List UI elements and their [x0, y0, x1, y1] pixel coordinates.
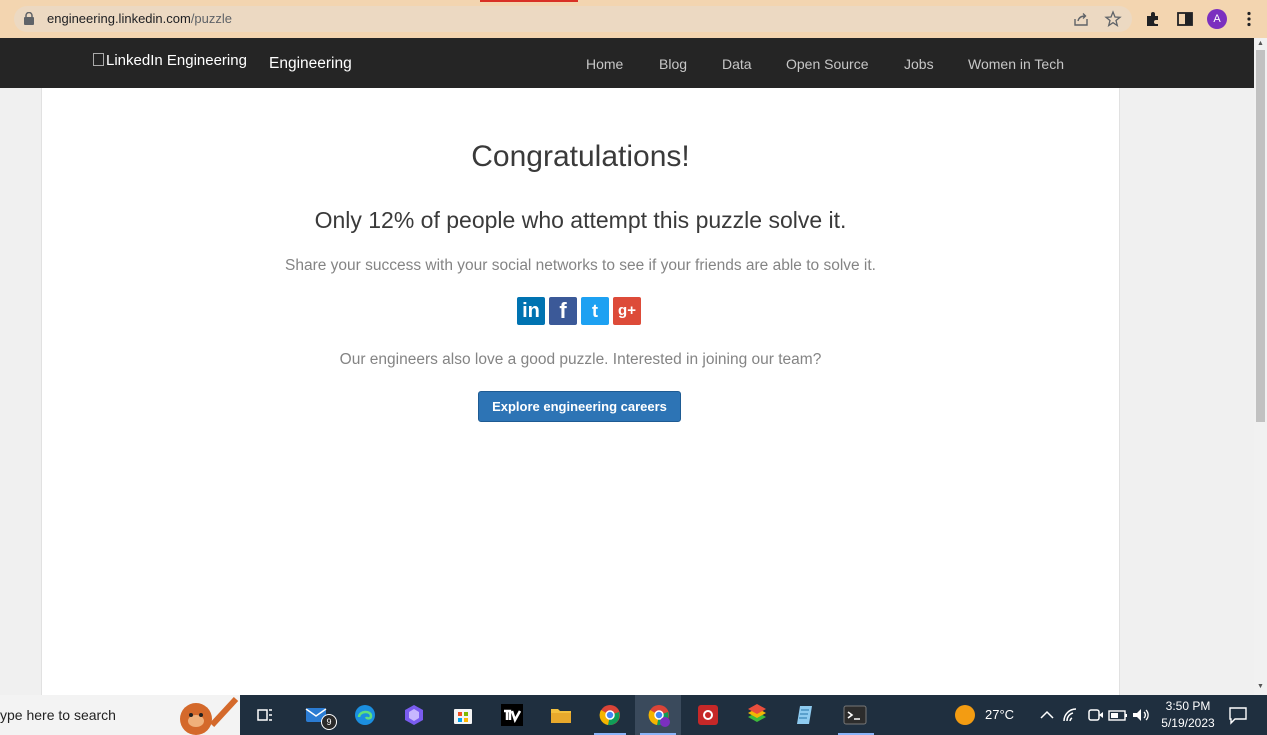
- twitter-share-icon[interactable]: t: [581, 297, 609, 325]
- bookmark-star-icon[interactable]: [1104, 10, 1122, 28]
- scroll-thumb[interactable]: [1256, 50, 1265, 422]
- site-header: LinkedIn Engineering Engineering Home Bl…: [0, 38, 1254, 88]
- nav-open-source[interactable]: Open Source: [786, 56, 869, 72]
- edge-browser-icon[interactable]: [353, 703, 377, 727]
- terminal-icon[interactable]: [843, 703, 867, 727]
- site-logo[interactable]: LinkedIn Engineering: [93, 52, 247, 69]
- notifications-icon[interactable]: [1226, 703, 1250, 727]
- scroll-down-icon[interactable]: ▼: [1256, 683, 1265, 691]
- chrome-profile-icon[interactable]: [598, 703, 622, 727]
- copilot-app-icon[interactable]: [402, 703, 426, 727]
- page-title: Congratulations!: [471, 140, 690, 173]
- share-buttons: in f t g+: [517, 297, 647, 325]
- tradingview-icon[interactable]: [500, 703, 524, 727]
- solve-rate-text: Only 12% of people who attempt this puzz…: [314, 207, 847, 233]
- clock-time[interactable]: 3:50 PM: [1162, 699, 1214, 713]
- chevron-up-icon[interactable]: [1035, 703, 1059, 727]
- weather-temperature[interactable]: 27°C: [985, 707, 1014, 722]
- content-card: Congratulations! Only 12% of people who …: [41, 88, 1120, 695]
- task-view-icon[interactable]: [253, 703, 277, 727]
- profile-avatar[interactable]: A: [1207, 9, 1227, 29]
- lock-icon: [24, 12, 34, 25]
- browser-menu-icon[interactable]: [1240, 10, 1258, 28]
- google-plus-share-icon[interactable]: g+: [613, 297, 641, 325]
- share-page-icon[interactable]: [1072, 10, 1090, 28]
- file-explorer-icon[interactable]: [549, 703, 573, 727]
- chrome-app-icon[interactable]: [696, 703, 720, 727]
- wifi-icon[interactable]: [1060, 703, 1084, 727]
- site-title: Engineering: [269, 55, 352, 72]
- nav-blog[interactable]: Blog: [659, 56, 687, 72]
- bluestacks-icon[interactable]: [745, 703, 769, 727]
- battery-icon[interactable]: [1106, 703, 1130, 727]
- notepad-icon[interactable]: [794, 703, 818, 727]
- clock-date[interactable]: 5/19/2023: [1158, 716, 1218, 730]
- chrome-active-profile-icon[interactable]: [647, 703, 671, 727]
- mail-badge: 9: [321, 714, 337, 730]
- scroll-up-icon[interactable]: ▲: [1256, 40, 1265, 48]
- extensions-puzzle-icon[interactable]: [1144, 10, 1162, 28]
- nav-jobs[interactable]: Jobs: [904, 56, 934, 72]
- nav-home[interactable]: Home: [586, 56, 623, 72]
- side-panel-icon[interactable]: [1176, 10, 1194, 28]
- weather-sun-icon[interactable]: [953, 703, 977, 727]
- address-bar[interactable]: engineering.linkedin.com/puzzle: [14, 6, 1132, 32]
- share-prompt: Share your success with your social netw…: [285, 257, 876, 274]
- browser-toolbar: engineering.linkedin.com/puzzle A: [0, 0, 1267, 38]
- taskbar-search[interactable]: ype here to search: [0, 695, 240, 735]
- url-text[interactable]: engineering.linkedin.com/puzzle: [47, 11, 232, 26]
- active-tab-indicator: [480, 0, 578, 2]
- volume-icon[interactable]: [1129, 703, 1153, 727]
- nav-women-in-tech[interactable]: Women in Tech: [968, 56, 1064, 72]
- broken-image-icon: [93, 53, 104, 66]
- windows-taskbar: ype here to search 9 27°C 3:50 PM 5/19/2…: [0, 695, 1267, 735]
- join-team-text: Our engineers also love a good puzzle. I…: [339, 351, 822, 368]
- linkedin-share-icon[interactable]: in: [517, 297, 545, 325]
- page-scrollbar[interactable]: ▲ ▼: [1254, 38, 1267, 695]
- microsoft-store-icon[interactable]: [451, 703, 475, 727]
- search-placeholder[interactable]: ype here to search: [0, 707, 116, 723]
- explore-careers-button[interactable]: Explore engineering careers: [478, 391, 681, 422]
- orangutan-mascot-icon: [180, 696, 239, 735]
- meet-now-icon[interactable]: [1083, 703, 1107, 727]
- nav-data[interactable]: Data: [722, 56, 752, 72]
- facebook-share-icon[interactable]: f: [549, 297, 577, 325]
